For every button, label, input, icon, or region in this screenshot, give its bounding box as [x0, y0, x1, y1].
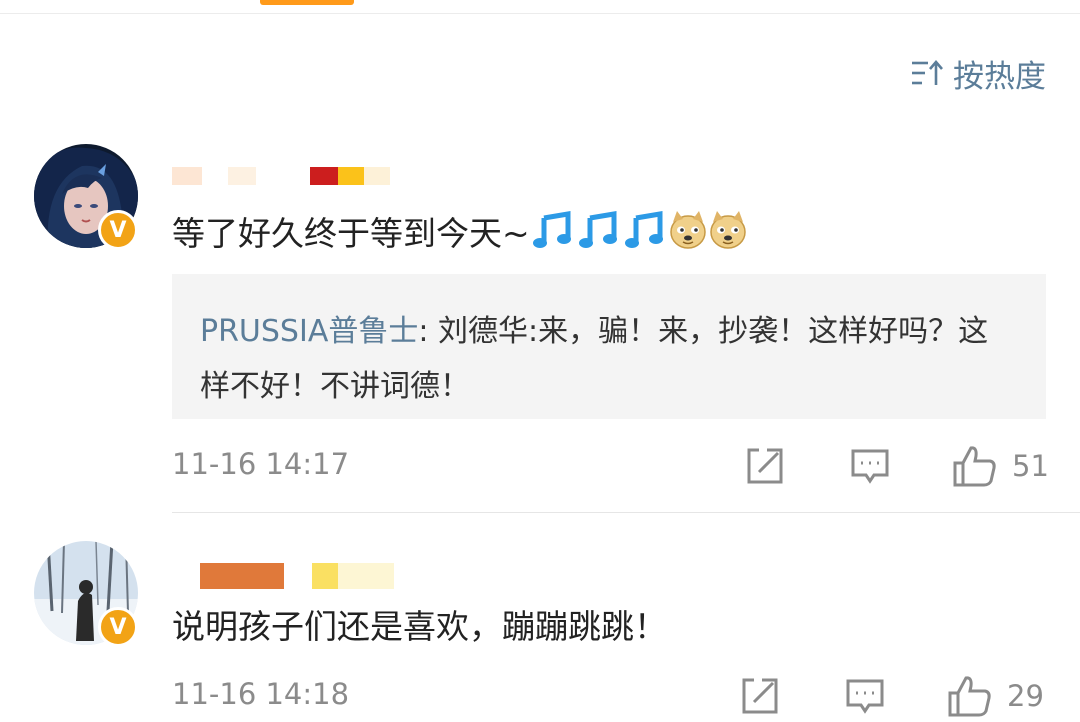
doge-icon [668, 208, 708, 263]
music-note-icon [622, 208, 668, 263]
music-note-icon [576, 208, 622, 263]
top-divider [0, 13, 1080, 14]
like-count: 51 [1012, 449, 1049, 483]
verified-badge: V [98, 210, 138, 250]
like-button[interactable]: 51 [952, 444, 1049, 488]
thumbs-up-icon [953, 446, 996, 487]
share-icon [742, 678, 778, 714]
share-icon [747, 448, 783, 484]
reply-author-link[interactable]: PRUSSIA普鲁士 [200, 314, 418, 349]
doge-icon [708, 208, 748, 263]
comment-timestamp: 11-16 14:18 [172, 677, 350, 711]
comment-text: 说明孩子们还是喜欢，蹦蹦跳跳！ [172, 607, 667, 646]
reply-button[interactable] [850, 446, 890, 486]
music-note-icon [530, 208, 576, 263]
comment-timestamp: 11-16 14:17 [172, 447, 350, 481]
thumbs-up-icon [948, 676, 991, 717]
comment-icon [846, 679, 884, 714]
verified-badge: V [98, 607, 138, 647]
comment-divider [172, 512, 1080, 513]
reply-text: PRUSSIA普鲁士: 刘德华:来，骗！来，抄袭！这样好吗？这样不好！不讲词德！ [200, 314, 989, 404]
like-count: 29 [1007, 679, 1044, 713]
sort-by-hot-button[interactable]: 按热度 [911, 53, 1046, 95]
reply-button[interactable] [845, 676, 885, 716]
sort-icon [912, 60, 943, 85]
username-redacted[interactable] [172, 543, 394, 589]
reply-quote[interactable]: PRUSSIA普鲁士: 刘德华:来，骗！来，抄袭！这样好吗？这样不好！不讲词德！ [172, 274, 1046, 419]
like-button[interactable]: 29 [947, 674, 1044, 718]
username-redacted[interactable] [172, 167, 390, 185]
active-tab-indicator [260, 0, 354, 5]
repost-button[interactable] [740, 676, 780, 716]
repost-button[interactable] [745, 446, 785, 486]
comment-icon [851, 449, 889, 484]
comment-text: 等了好久终于等到今天~ [172, 208, 748, 263]
sort-label: 按热度 [953, 58, 1046, 95]
